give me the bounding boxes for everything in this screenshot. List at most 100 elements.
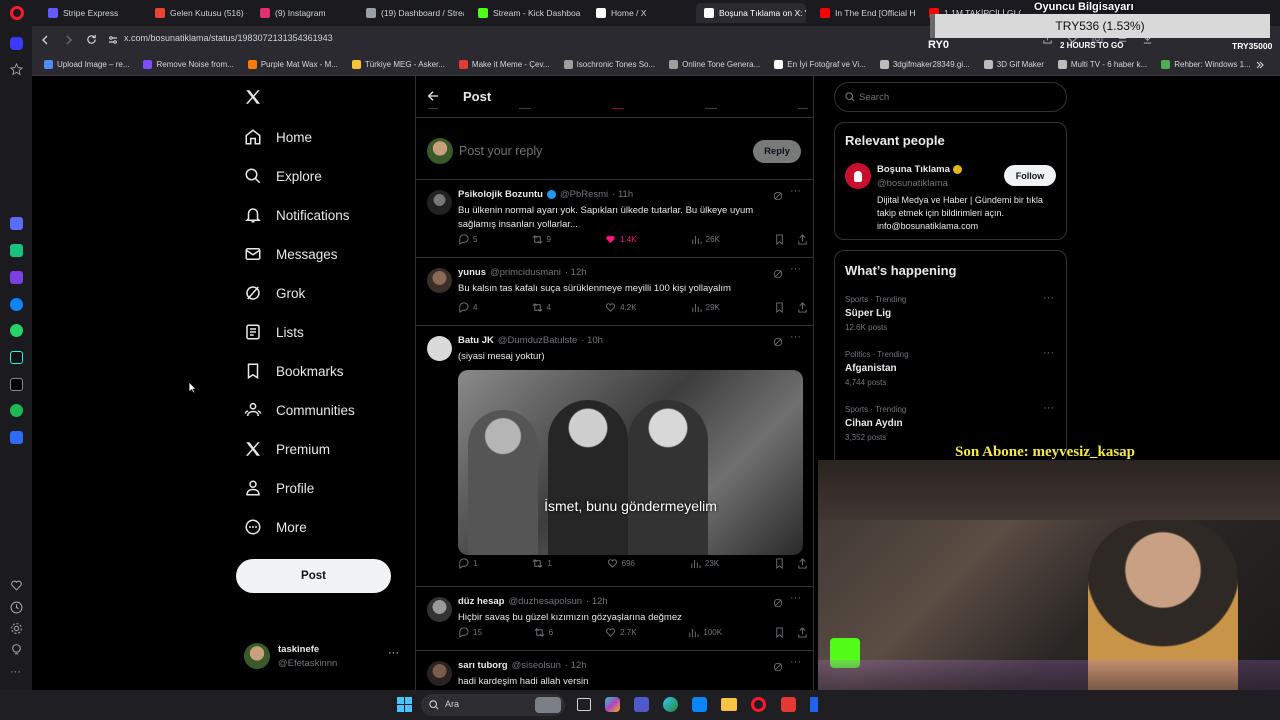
post-author[interactable]: yunus @primcidusmani · 12h <box>458 267 587 278</box>
share-icon[interactable] <box>797 627 808 638</box>
repost-action[interactable]: 6 <box>534 627 553 638</box>
forward-icon[interactable] <box>64 35 74 45</box>
views-action[interactable]: 29K <box>691 302 720 313</box>
history-icon[interactable] <box>10 601 23 614</box>
taskbar-search[interactable]: Ara <box>421 694 565 716</box>
reply-action[interactable]: 5 <box>458 234 477 245</box>
edge-icon[interactable] <box>663 697 678 712</box>
bookmark-icon[interactable] <box>774 302 785 313</box>
browser-tab[interactable]: Boşuna Tıklama on X: "Tü <box>696 3 806 23</box>
avatar[interactable] <box>427 190 452 215</box>
avatar[interactable] <box>427 336 452 361</box>
share-icon[interactable] <box>797 302 808 313</box>
heart-sidebar-icon[interactable] <box>10 579 23 592</box>
tips-icon[interactable] <box>10 643 23 656</box>
main-like-count-icon[interactable] <box>612 108 624 112</box>
music-player-icon[interactable] <box>10 271 23 284</box>
nav-grok[interactable]: Grok <box>244 284 305 302</box>
reply-action[interactable]: 1 <box>458 558 477 569</box>
views-action[interactable]: 26K <box>691 234 720 245</box>
grok-analyze-icon[interactable] <box>773 191 783 201</box>
back-arrow-icon[interactable] <box>427 90 439 102</box>
nav-messages[interactable]: Messages <box>244 245 338 263</box>
bookmark-item[interactable]: 3D Gif Maker <box>983 60 1044 69</box>
repost-action[interactable]: 1 <box>532 558 552 569</box>
bookmark-item[interactable]: Purple Mat Wax - M... <box>247 60 338 69</box>
settings-icon[interactable] <box>10 622 23 635</box>
post-author[interactable]: Psikolojik Bozuntu @PbResmi · 11h <box>458 189 633 200</box>
reply-post[interactable]: sarı tuborg @siseolsun · 12h ··· hadi kardeş… <box>416 651 813 690</box>
whatsapp-icon[interactable] <box>10 324 23 337</box>
spotify-icon[interactable] <box>10 404 23 417</box>
bookmark-item[interactable]: Online Tone Genera... <box>669 60 760 69</box>
x-logo-icon[interactable] <box>244 88 262 106</box>
post-author[interactable]: düz hesap @duzhesapolsun · 12h <box>458 596 608 607</box>
bookmarks-more-icon[interactable] <box>1255 60 1265 70</box>
aria-icon[interactable] <box>10 217 23 230</box>
nav-profile[interactable]: Profile <box>244 479 314 497</box>
person-avatar[interactable] <box>845 163 871 189</box>
browser-tab[interactable]: (9) Instagram <box>252 3 352 23</box>
bookmark-icon[interactable] <box>774 234 785 245</box>
reply-action[interactable]: 15 <box>458 627 482 638</box>
main-reply-count-icon[interactable] <box>428 108 438 112</box>
avatar[interactable] <box>427 268 452 293</box>
opera-logo-icon[interactable] <box>10 6 24 20</box>
bookmark-item[interactable]: Rehber: Windows 1... <box>1161 60 1251 69</box>
trend-more-icon[interactable]: ··· <box>1043 292 1054 304</box>
grok-analyze-icon[interactable] <box>773 269 783 279</box>
post-more-icon[interactable]: ··· <box>790 263 801 275</box>
messenger-icon[interactable] <box>10 298 23 311</box>
post-image[interactable]: İsmet, bunu göndermeyelim <box>458 370 803 555</box>
browser-tab[interactable]: Home / X <box>588 3 688 23</box>
tiktok-icon[interactable] <box>10 351 23 364</box>
nav-communities[interactable]: Communities <box>244 401 355 419</box>
main-repost-count-icon[interactable] <box>519 108 531 112</box>
bookmark-item[interactable]: Multi TV - 6 haber k... <box>1057 60 1147 69</box>
post-more-icon[interactable]: ··· <box>790 656 801 668</box>
nav-lists[interactable]: Lists <box>244 323 304 341</box>
trend-more-icon[interactable]: ··· <box>1043 347 1054 359</box>
bookmark-icon[interactable] <box>774 627 785 638</box>
browser-tab[interactable]: Gelen Kutusu (516) - no <box>147 3 247 23</box>
search-box[interactable] <box>834 82 1067 112</box>
account-more-icon[interactable]: ··· <box>388 647 399 659</box>
task-view-icon[interactable] <box>577 698 591 711</box>
taskbar-app-icon[interactable] <box>810 697 818 712</box>
nav-bookmarks[interactable]: Bookmarks <box>244 362 344 380</box>
bookmark-item[interactable]: En İyi Fotoğraf ve Vi... <box>774 60 866 69</box>
reply-post[interactable]: Psikolojik Bozuntu @PbResmi · 11h ··· Bu ülk… <box>416 180 813 258</box>
bookmark-icon[interactable] <box>774 558 785 569</box>
browser-tab[interactable]: (19) Dashboard / Strea <box>358 3 464 23</box>
grok-analyze-icon[interactable] <box>773 337 783 347</box>
nav-notifications[interactable]: Notifications <box>244 206 350 224</box>
opera-taskbar-icon[interactable] <box>751 697 766 712</box>
teams-icon[interactable] <box>634 697 649 712</box>
nav-explore[interactable]: Explore <box>244 167 322 185</box>
repost-action[interactable]: 4 <box>532 302 551 313</box>
avatar[interactable] <box>427 661 452 686</box>
x-sidebar-icon[interactable] <box>10 378 23 391</box>
url-text[interactable]: x.com/bosunatiklama/status/1983072131354… <box>124 33 333 43</box>
reply-post[interactable]: Batu JK @DumduzBatulste · 10h ··· (siyasi me… <box>416 326 813 587</box>
copilot-icon[interactable] <box>605 697 620 712</box>
reply-post[interactable]: düz hesap @duzhesapolsun · 12h ··· Hiçbir sa… <box>416 587 813 651</box>
bookmark-item[interactable]: Isochronic Tones So... <box>563 60 655 69</box>
nav-home[interactable]: Home <box>244 128 312 146</box>
reply-post[interactable]: yunus @primcidusmani · 12h ··· Bu kalsın tas… <box>416 258 813 326</box>
post-author[interactable]: sarı tuborg @siseolsun · 12h <box>458 660 587 671</box>
like-action[interactable]: 2.7K <box>605 627 637 638</box>
grok-analyze-icon[interactable] <box>773 598 783 608</box>
trend-more-icon[interactable]: ··· <box>1043 402 1054 414</box>
reply-action[interactable]: 4 <box>458 302 477 313</box>
post-more-icon[interactable]: ··· <box>790 331 801 343</box>
sidebar-more-icon[interactable]: ··· <box>10 666 21 678</box>
chatgpt-icon[interactable] <box>10 244 23 257</box>
main-bookmark-count-icon[interactable] <box>705 108 717 112</box>
browser-tab[interactable]: In The End [Official HD <box>812 3 916 23</box>
post-author[interactable]: Batu JK @DumduzBatulste · 10h <box>458 335 603 346</box>
bookmark-item[interactable]: Make it Meme - Çev... <box>458 60 550 69</box>
nav-premium[interactable]: Premium <box>244 440 330 458</box>
home-sidebar-icon[interactable] <box>10 37 23 50</box>
share-icon[interactable] <box>797 558 808 569</box>
